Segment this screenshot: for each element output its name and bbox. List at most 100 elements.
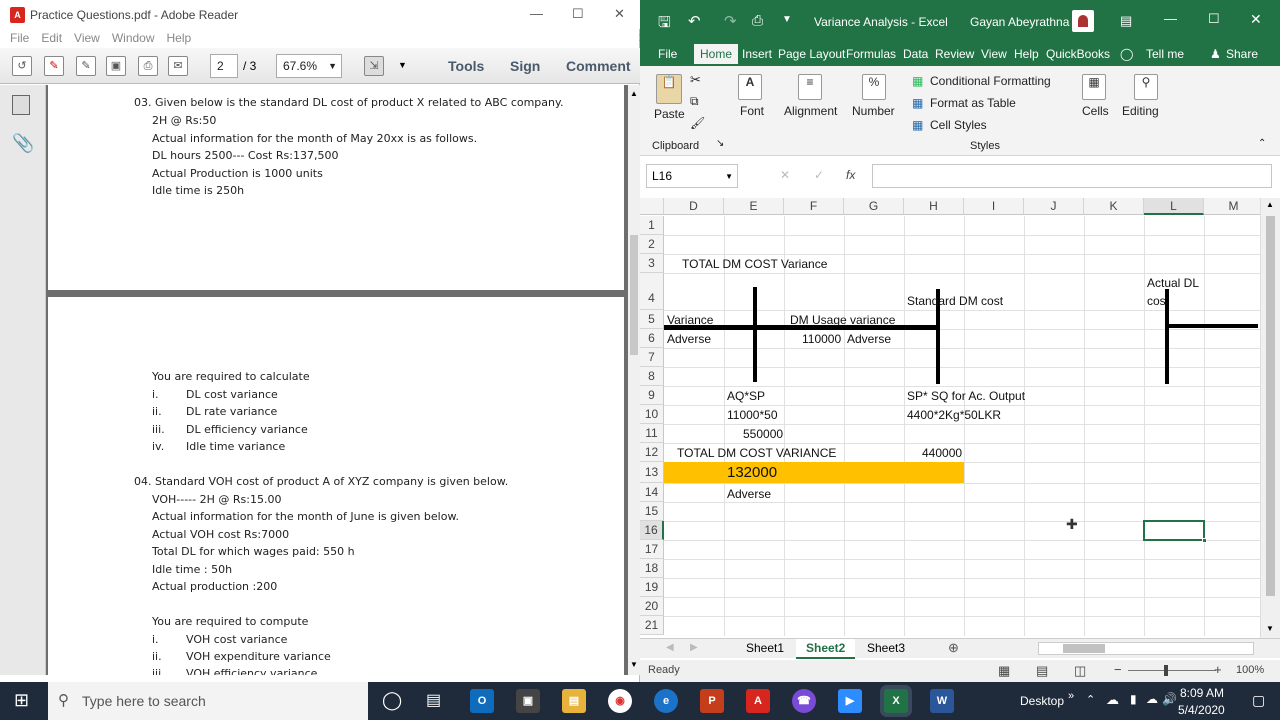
share-button[interactable]: Share [1226,47,1258,61]
tab-quickbooks[interactable]: QuickBooks [1046,47,1110,61]
cell-d6[interactable]: Adverse [667,332,711,346]
cells-button[interactable]: Cells [1082,104,1109,118]
cell-f6[interactable]: 110000 [802,332,841,346]
more-tools-icon[interactable]: ▼ [398,60,407,70]
task-view-icon[interactable]: ▤ [426,690,441,710]
cell-e10[interactable]: 11000*50 [727,408,778,422]
print-preview-icon[interactable]: ⎙ [752,12,763,29]
cell-styles-button[interactable]: Cell Styles [930,118,987,132]
row-header-3[interactable]: 3 [640,254,664,273]
tab-home[interactable]: Home [694,44,739,66]
row-header-14[interactable]: 14 [640,483,664,502]
column-header-h[interactable]: H [904,198,964,215]
cell-h9[interactable]: SP* SQ for Ac. Output [907,389,1025,403]
column-header-g[interactable]: G [844,198,904,215]
column-header-e[interactable]: E [724,198,784,215]
paste-button[interactable]: Paste [654,107,685,121]
collapse-ribbon-icon[interactable]: ⌃ [1258,138,1266,149]
close-icon[interactable]: ✕ [614,6,625,22]
scroll-down-icon[interactable]: ▼ [1266,624,1274,633]
font-icon[interactable]: A [738,74,762,100]
enter-icon[interactable]: ✓ [814,168,824,182]
undo-icon[interactable]: ↶ [688,12,701,30]
cancel-icon[interactable]: ✕ [780,168,790,182]
store-icon[interactable]: ▣ [516,689,540,713]
weather-cloud-icon[interactable]: ☁ [1106,692,1119,708]
menu-view[interactable]: View [74,31,100,45]
edit-icon[interactable]: ✎ [76,56,96,76]
network-icon[interactable]: ☁ [1146,692,1158,706]
customize-qat-icon[interactable]: ▼ [782,14,792,25]
taskbar-search[interactable]: ⚲ Type here to search [48,682,368,720]
print-icon[interactable]: ⎙ [138,56,158,76]
tab-formulas[interactable]: Formulas [846,47,896,61]
scroll-up-icon[interactable]: ▲ [1266,200,1274,209]
name-box[interactable]: L16 ▼ [646,164,738,188]
minimize-icon[interactable]: — [530,6,543,21]
desktop-toolbar[interactable]: Desktop [1020,694,1064,708]
cell-d5[interactable]: Variance [667,313,713,327]
open-icon[interactable]: ↺ [12,56,32,76]
save-icon[interactable]: ▣ [106,56,126,76]
worksheet-grid[interactable]: D E F G H I J K L M 1 2 3 4 5 6 7 8 9 10… [640,198,1260,638]
row-header-4[interactable]: 4 [640,273,664,310]
comment-button[interactable]: Comment [566,58,631,74]
powerpoint-icon[interactable]: P [700,689,724,713]
tab-help[interactable]: Help [1014,47,1039,61]
cell-e13[interactable]: 132000 [727,464,777,481]
row-header-20[interactable]: 20 [640,597,664,616]
page-number-input[interactable]: 2 [210,54,238,78]
hscroll-thumb[interactable] [1063,644,1105,653]
menu-file[interactable]: File [10,31,29,45]
viber-icon[interactable]: ☎ [792,689,816,713]
sheet-tab-2[interactable]: Sheet2 [796,639,856,659]
conditional-formatting-button[interactable]: Conditional Formatting [930,74,1051,88]
tab-page-layout[interactable]: Page Layout [778,47,845,61]
cut-icon[interactable]: ✂ [690,72,701,88]
toolbar-expand-icon[interactable]: » [1068,690,1074,702]
cell-h4[interactable]: Standard DM cost [907,294,1003,308]
show-hidden-icons[interactable]: ⌃ [1086,693,1095,706]
save-icon[interactable]: 🖫 [658,12,671,37]
editing-button[interactable]: Editing [1122,104,1159,118]
cell-d3[interactable]: TOTAL DM COST Variance [682,257,827,271]
fill-handle[interactable] [1202,538,1207,543]
tools-button[interactable]: Tools [448,58,484,74]
zoom-slider[interactable] [1128,665,1216,676]
row-header-9[interactable]: 9 [640,386,664,405]
zoom-in-icon[interactable]: + [1214,662,1222,677]
row-header-7[interactable]: 7 [640,348,664,367]
insert-function-button[interactable]: fx [846,168,855,182]
user-name[interactable]: Gayan Abeyrathna [970,15,1069,29]
tab-data[interactable]: Data [903,47,928,61]
row-header-13[interactable]: 13 [640,462,664,483]
clock-date[interactable]: 5/4/2020 [1178,703,1225,717]
sheet-tab-3[interactable]: Sheet3 [867,641,905,655]
cell-d12[interactable]: TOTAL DM COST VARIANCE [677,446,836,460]
vertical-scrollbar[interactable]: ▲ ▼ [1260,198,1280,638]
maximize-icon[interactable]: ☐ [1208,11,1220,27]
row-header-6[interactable]: 6 [640,329,664,348]
paste-icon[interactable]: 📋 [656,74,682,104]
sign-button[interactable]: Sign [510,58,540,74]
cell-e9[interactable]: AQ*SP [727,389,765,403]
prev-sheet-icon[interactable]: ◀ [666,642,674,653]
email-icon[interactable]: ✉ [168,56,188,76]
page-thumbnails-icon[interactable] [12,95,30,115]
cells-icon[interactable]: ▦ [1082,74,1106,100]
edge-icon[interactable]: e [654,689,678,713]
row-header-11[interactable]: 11 [640,424,664,443]
magnifier-icon[interactable]: ⚲ [1134,74,1158,100]
row-header-8[interactable]: 8 [640,367,664,386]
chrome-icon[interactable]: ◉ [608,689,632,713]
scroll-thumb[interactable] [630,235,638,355]
row-header-1[interactable]: 1 [640,216,664,235]
menu-edit[interactable]: Edit [41,31,62,45]
selected-cell-l16[interactable] [1143,520,1207,543]
menu-help[interactable]: Help [167,31,192,45]
page-break-icon[interactable]: ◫ [1074,663,1086,679]
row-header-19[interactable]: 19 [640,578,664,597]
scroll-thumb[interactable] [1266,216,1275,596]
format-painter-icon[interactable]: 🖌 [690,116,705,130]
cell-h12[interactable]: 440000 [922,446,962,460]
